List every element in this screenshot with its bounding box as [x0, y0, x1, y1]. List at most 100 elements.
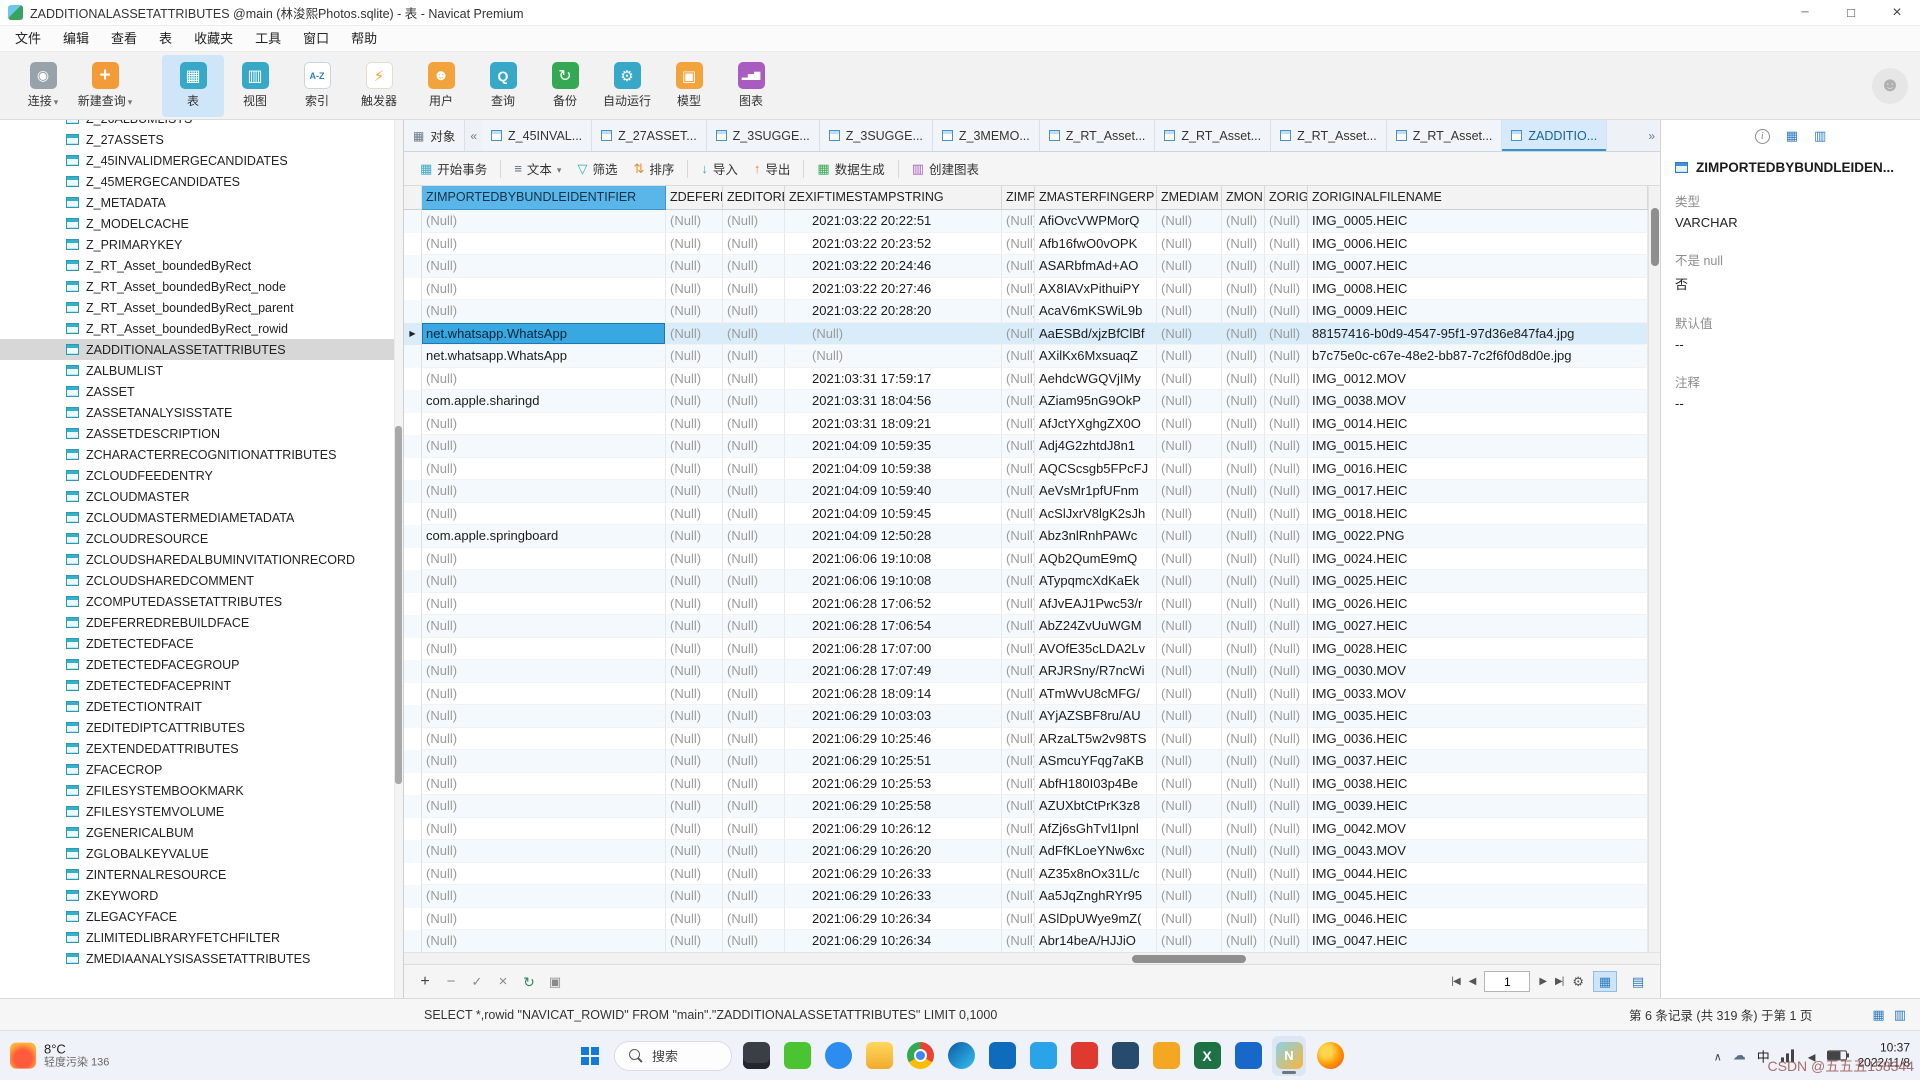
table-cell[interactable]: (Null): [1222, 638, 1265, 661]
table-cell[interactable]: (Null): [1002, 278, 1035, 301]
table-cell[interactable]: (Null): [666, 930, 723, 952]
sidebar-item[interactable]: ZEDITEDIPTCATTRIBUTES: [0, 717, 403, 738]
table-cell[interactable]: (Null): [666, 435, 723, 458]
table-cell[interactable]: (Null): [1002, 210, 1035, 233]
filterbar-data-generation-button[interactable]: 数据生成: [809, 155, 892, 182]
sidebar-item[interactable]: ZDEFERREDREBUILDFACE: [0, 612, 403, 633]
table-cell[interactable]: (Null): [1157, 683, 1222, 706]
table-cell[interactable]: (Null): [1002, 255, 1035, 278]
table-cell[interactable]: (Null): [1222, 705, 1265, 728]
sidebar-scrollbar-thumb[interactable]: [395, 426, 402, 784]
table-cell[interactable]: (Null): [723, 255, 785, 278]
table-cell[interactable]: 2021:06:28 17:07:49: [785, 660, 1002, 683]
table-cell[interactable]: (Null): [723, 638, 785, 661]
table-cell[interactable]: (Null): [666, 278, 723, 301]
table-cell[interactable]: (Null): [1002, 728, 1035, 751]
table-cell[interactable]: AdFfKLoeYNw6xc: [1035, 840, 1157, 863]
table-cell[interactable]: (Null): [1222, 345, 1265, 368]
table-cell[interactable]: (Null): [1265, 548, 1308, 571]
table-cell[interactable]: AfZj6sGhTvl1Ipnl: [1035, 818, 1157, 841]
record-add-record-button[interactable]: [414, 971, 436, 993]
table-cell[interactable]: AZiam95nG9OkP: [1035, 390, 1157, 413]
table-cell[interactable]: 2021:06:29 10:25:53: [785, 773, 1002, 796]
menu-item[interactable]: 编辑: [52, 26, 100, 52]
table-row[interactable]: com.apple.sharingd(Null)(Null)2021:03:31…: [404, 390, 1648, 413]
table-cell[interactable]: (Null): [1157, 750, 1222, 773]
sidebar-item[interactable]: ZFILESYSTEMBOOKMARK: [0, 780, 403, 801]
table-cell[interactable]: (Null): [1265, 300, 1308, 323]
table-cell[interactable]: (Null): [1265, 795, 1308, 818]
table-cell[interactable]: (Null): [666, 908, 723, 931]
table-cell[interactable]: AVOfE35cLDA2Lv: [1035, 638, 1157, 661]
table-row[interactable]: (Null)(Null)(Null)2021:06:06 19:10:08(Nu…: [404, 548, 1648, 571]
table-cell[interactable]: (Null): [1265, 908, 1308, 931]
first-record-button[interactable]: [1451, 976, 1459, 987]
table-cell[interactable]: (Null): [723, 885, 785, 908]
filterbar-import-button[interactable]: 导入: [693, 155, 746, 182]
table-cell[interactable]: IMG_0030.MOV: [1308, 660, 1648, 683]
tab-table[interactable]: Z_RT_Asset...: [1387, 120, 1503, 151]
table-cell[interactable]: (Null): [1222, 480, 1265, 503]
menu-item[interactable]: 收藏夹: [183, 26, 244, 52]
table-cell[interactable]: 2021:03:31 17:59:17: [785, 368, 1002, 391]
table-cell[interactable]: 2021:03:22 20:27:46: [785, 278, 1002, 301]
table-cell[interactable]: (Null): [666, 705, 723, 728]
table-row[interactable]: (Null)(Null)(Null)2021:04:09 10:59:38(Nu…: [404, 458, 1648, 481]
table-cell[interactable]: (Null): [1157, 840, 1222, 863]
table-cell[interactable]: (Null): [1157, 773, 1222, 796]
table-cell[interactable]: (Null): [1265, 750, 1308, 773]
table-cell[interactable]: 2021:04:09 10:59:40: [785, 480, 1002, 503]
chevron-up-icon[interactable]: [1714, 1048, 1722, 1063]
taskbar-chrome-button[interactable]: [903, 1036, 937, 1076]
sidebar-item[interactable]: Z_RT_Asset_boundedByRect_parent: [0, 297, 403, 318]
table-cell[interactable]: (Null): [1265, 458, 1308, 481]
table-cell[interactable]: (Null): [1222, 728, 1265, 751]
table-cell[interactable]: 2021:04:09 12:50:28: [785, 525, 1002, 548]
column-header[interactable]: ZMON: [1222, 186, 1265, 210]
table-cell[interactable]: (Null): [723, 390, 785, 413]
table-cell[interactable]: (Null): [666, 638, 723, 661]
table-cell[interactable]: (Null): [1222, 840, 1265, 863]
table-cell[interactable]: net.whatsapp.WhatsApp: [422, 345, 666, 368]
column-header[interactable]: ZDEFERRED: [666, 186, 723, 210]
table-cell[interactable]: IMG_0014.HEIC: [1308, 413, 1648, 436]
table-cell[interactable]: (Null): [1002, 818, 1035, 841]
info-icon[interactable]: [1755, 129, 1770, 144]
toolbar-backup-button[interactable]: 备份: [534, 55, 596, 117]
table-cell[interactable]: (Null): [723, 503, 785, 526]
table-cell[interactable]: (Null): [723, 435, 785, 458]
filterbar-filter-funnel-button[interactable]: 筛选: [569, 155, 625, 182]
table-cell[interactable]: (Null): [1265, 390, 1308, 413]
column-header[interactable]: ZMEDIAM: [1157, 186, 1222, 210]
menu-item[interactable]: 文件: [4, 26, 52, 52]
filterbar-text-button[interactable]: 文本: [506, 155, 569, 182]
sidebar-item[interactable]: Z_45INVALIDMERGECANDIDATES: [0, 150, 403, 171]
sidebar-item[interactable]: Z_26ALBUMLISTS: [0, 120, 403, 129]
table-cell[interactable]: (Null): [666, 660, 723, 683]
table-cell[interactable]: (Null): [1222, 795, 1265, 818]
grid-vertical-scrollbar-thumb[interactable]: [1651, 208, 1659, 266]
table-cell[interactable]: (Null): [422, 593, 666, 616]
table-row[interactable]: (Null)(Null)(Null)2021:03:22 20:27:46(Nu…: [404, 278, 1648, 301]
table-cell[interactable]: (Null): [1157, 233, 1222, 256]
table-row[interactable]: (Null)(Null)(Null)2021:04:09 10:59:35(Nu…: [404, 435, 1648, 458]
table-row[interactable]: (Null)(Null)(Null)2021:06:29 10:25:46(Nu…: [404, 728, 1648, 751]
table-cell[interactable]: (Null): [1222, 458, 1265, 481]
table-cell[interactable]: 2021:06:29 10:26:20: [785, 840, 1002, 863]
table-cell[interactable]: (Null): [666, 255, 723, 278]
table-cell[interactable]: IMG_0037.HEIC: [1308, 750, 1648, 773]
table-cell[interactable]: (Null): [1002, 525, 1035, 548]
table-cell[interactable]: 2021:06:29 10:25:51: [785, 750, 1002, 773]
table-cell[interactable]: (Null): [422, 683, 666, 706]
sidebar-item[interactable]: Z_RT_Asset_boundedByRect_node: [0, 276, 403, 297]
table-cell[interactable]: (Null): [1157, 368, 1222, 391]
table-cell[interactable]: (Null): [422, 773, 666, 796]
table-cell[interactable]: (Null): [1222, 593, 1265, 616]
table-cell[interactable]: (Null): [1157, 390, 1222, 413]
taskbar-excel-button[interactable]: [1190, 1036, 1224, 1076]
table-cell[interactable]: (Null): [723, 795, 785, 818]
table-cell[interactable]: (Null): [1002, 458, 1035, 481]
taskbar-monitor-button[interactable]: [739, 1036, 773, 1076]
table-cell[interactable]: (Null): [1222, 818, 1265, 841]
settings-icon[interactable]: [1572, 974, 1584, 990]
